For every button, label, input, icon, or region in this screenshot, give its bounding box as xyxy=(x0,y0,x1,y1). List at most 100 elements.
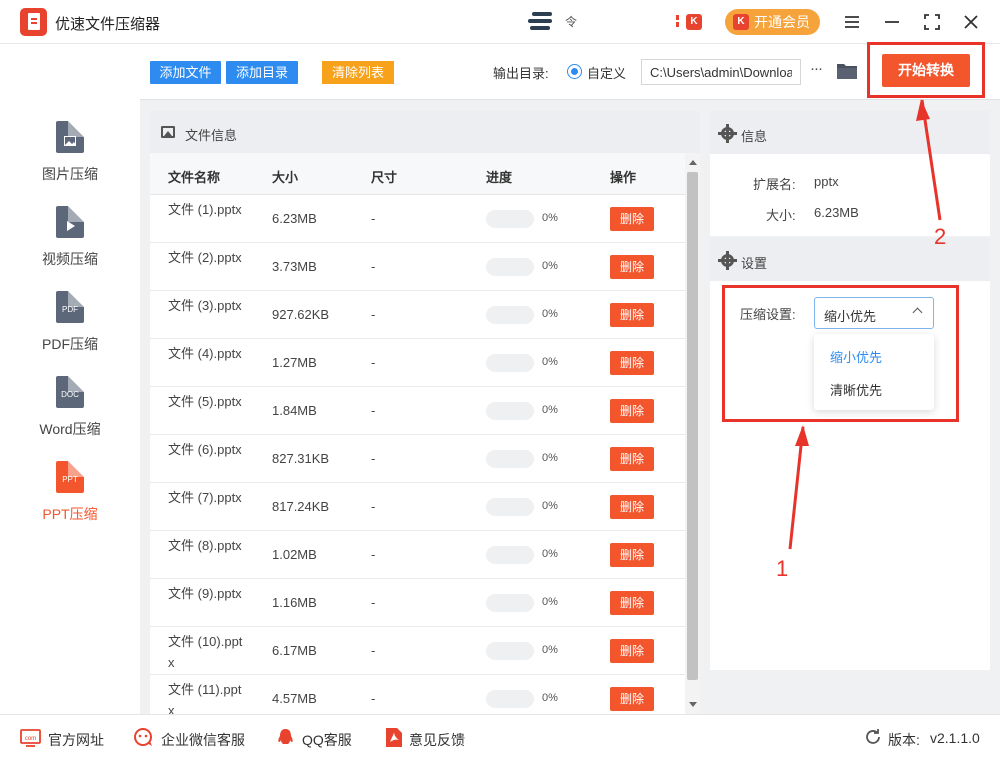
table-row[interactable]: 文件 (2).pptx 3.73MB - 0% 删除 xyxy=(150,243,685,291)
delete-button[interactable]: 删除 xyxy=(610,495,654,519)
delete-button[interactable]: 删除 xyxy=(610,447,654,471)
file-name: 文件 (9).pptx xyxy=(168,586,242,601)
column-header: 文件名称 xyxy=(168,170,221,185)
delete-button[interactable]: 删除 xyxy=(610,399,654,423)
extension-value: pptx xyxy=(814,174,839,189)
progress-percent: 0% xyxy=(542,260,558,272)
version-label: 版本: xyxy=(888,732,920,748)
output-path-input[interactable] xyxy=(641,59,801,85)
progress-bar xyxy=(486,498,534,516)
delete-button[interactable]: 删除 xyxy=(610,303,654,327)
sidebar-item-ppt[interactable]: PPT PPT压缩 xyxy=(0,461,140,546)
table-row[interactable]: 文件 (8).pptx 1.02MB - 0% 删除 xyxy=(150,531,685,579)
table-row[interactable]: 文件 (10).pptx 6.17MB - 0% 删除 xyxy=(150,627,685,675)
delete-button[interactable]: 删除 xyxy=(610,351,654,375)
progress-percent: 0% xyxy=(542,596,558,608)
sidebar-item-video[interactable]: 视频压缩 xyxy=(0,206,140,291)
folder-icon[interactable] xyxy=(837,62,857,79)
version-value: v2.1.1.0 xyxy=(930,730,980,746)
file-table-body: 文件 (1).pptx 6.23MB -0% 删除 文件 (2).pptx 3.73MB -… xyxy=(150,195,685,714)
file-dimensions: - xyxy=(371,691,376,706)
file-size: 827.31KB xyxy=(272,451,330,466)
sidebar-item-pdf[interactable]: PDF PDF压缩 xyxy=(0,291,140,376)
file-size: 4.57MB xyxy=(272,691,317,706)
file-size: 927.62KB xyxy=(272,307,330,322)
delete-button[interactable]: 删除 xyxy=(610,591,654,615)
file-dimensions: - xyxy=(371,547,376,562)
k-badge-icon[interactable]: K xyxy=(686,14,702,30)
wechat-support-link[interactable]: 企业微信客服 xyxy=(161,730,245,750)
sidebar-item-image[interactable]: 图片压缩 xyxy=(0,121,140,206)
website-icon[interactable]: com xyxy=(20,727,41,748)
scrollbar[interactable] xyxy=(685,153,700,714)
delete-button[interactable]: 删除 xyxy=(610,207,654,231)
image-file-icon xyxy=(56,121,84,153)
progress-bar xyxy=(486,210,534,228)
feedback-link[interactable]: 意见反馈 xyxy=(409,730,465,750)
file-dimensions: - xyxy=(371,499,376,514)
delete-button[interactable]: 删除 xyxy=(610,255,654,279)
feedback-icon[interactable] xyxy=(383,727,404,748)
progress-percent: 0% xyxy=(542,548,558,560)
table-row[interactable]: 文件 (4).pptx 1.27MB - 0% 删除 xyxy=(150,339,685,387)
settings-header: 设置 xyxy=(710,238,990,281)
qq-support-link[interactable]: QQ客服 xyxy=(302,730,352,750)
svg-text:com: com xyxy=(25,736,36,742)
table-row[interactable]: 文件 (6).pptx 827.31KB - 0% 删除 xyxy=(150,435,685,483)
ppt-file-icon: PPT xyxy=(56,461,84,493)
table-row[interactable]: 文件 (11).pptx 4.57MB - 0% 删除 xyxy=(150,675,685,714)
menu-icon[interactable] xyxy=(841,11,863,33)
website-link[interactable]: 官方网址 xyxy=(48,730,104,750)
file-dimensions: - xyxy=(371,307,376,322)
wechat-icon[interactable] xyxy=(133,727,154,748)
info-title: 信息 xyxy=(741,129,768,144)
gear-icon xyxy=(718,124,737,143)
vip-badge-icon: K xyxy=(733,14,749,30)
annotation-box-settings xyxy=(722,285,959,422)
more-icon[interactable]: ··· xyxy=(806,61,826,80)
progress-bar xyxy=(486,690,534,708)
scroll-down-icon[interactable] xyxy=(689,702,697,707)
delete-button[interactable]: 删除 xyxy=(610,639,654,663)
file-panel-header: 文件信息 xyxy=(150,111,700,153)
table-row[interactable]: 文件 (9).pptx 1.16MB - 0% 删除 xyxy=(150,579,685,627)
file-name: 文件 (2).pptx xyxy=(168,250,242,265)
delete-button[interactable]: 删除 xyxy=(610,543,654,567)
file-panel: 文件信息 文件名称 大小 尺寸 进度 操作 文件 (1).pptx 6.23MB -… xyxy=(150,111,700,714)
qq-icon[interactable] xyxy=(275,727,296,748)
file-size: 6.23MB xyxy=(272,211,317,226)
file-name: 文件 (3).pptx xyxy=(168,298,242,313)
file-panel-title: 文件信息 xyxy=(185,128,238,143)
title-bar: 优速文件压缩器 令 K K 开通会员 xyxy=(0,0,1000,44)
delete-button[interactable]: 删除 xyxy=(610,687,654,711)
sidebar-item-label: Word压缩 xyxy=(39,421,101,437)
add-file-button[interactable]: 添加文件 xyxy=(150,61,221,84)
file-name: 文件 (7).pptx xyxy=(168,490,242,505)
sidebar-item-word[interactable]: DOC Word压缩 xyxy=(0,376,140,461)
scroll-up-icon[interactable] xyxy=(689,160,697,165)
s-logo-icon[interactable] xyxy=(526,9,556,33)
file-name: 文件 (8).pptx xyxy=(168,538,242,553)
custom-radio[interactable] xyxy=(567,64,582,79)
table-row[interactable]: 文件 (5).pptx 1.84MB - 0% 删除 xyxy=(150,387,685,435)
table-row[interactable]: 文件 (7).pptx 817.24KB - 0% 删除 xyxy=(150,483,685,531)
add-dir-button[interactable]: 添加目录 xyxy=(226,61,298,84)
wifi-icon[interactable]: 令 xyxy=(565,13,577,30)
vip-button[interactable]: K 开通会员 xyxy=(725,9,820,35)
table-row[interactable]: 文件 (3).pptx 927.62KB - 0% 删除 xyxy=(150,291,685,339)
close-icon[interactable] xyxy=(960,11,982,33)
maximize-icon[interactable] xyxy=(921,11,943,33)
file-size: 1.02MB xyxy=(272,547,317,562)
file-name: 文件 (11).pptx xyxy=(168,682,242,714)
sidebar-item-label: 视频压缩 xyxy=(42,251,98,267)
file-name: 文件 (4).pptx xyxy=(168,346,242,361)
column-header: 大小 xyxy=(272,170,299,185)
table-row[interactable]: 文件 (1).pptx 6.23MB - 0% 删除 xyxy=(150,195,685,243)
file-dimensions: - xyxy=(371,211,376,226)
refresh-icon[interactable] xyxy=(863,727,884,748)
flag-icon xyxy=(675,15,681,28)
minimize-icon[interactable] xyxy=(881,11,903,33)
scrollbar-thumb[interactable] xyxy=(687,172,698,680)
file-size: 1.27MB xyxy=(272,355,317,370)
clear-list-button[interactable]: 清除列表 xyxy=(322,61,394,84)
